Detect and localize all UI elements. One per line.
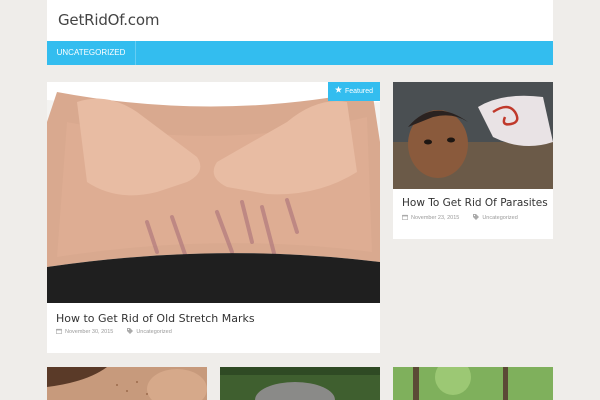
post-category[interactable]: Uncategorized	[473, 214, 518, 222]
star-icon	[334, 82, 342, 101]
featured-badge: Featured	[327, 82, 380, 101]
calendar-icon	[402, 214, 408, 222]
post-image-parasites[interactable]	[393, 82, 553, 189]
featured-badge-label: Featured	[344, 88, 373, 95]
post-date: November 23, 2015	[402, 214, 459, 222]
post-category-text[interactable]: Uncategorized	[136, 329, 171, 335]
post-title[interactable]: How to Get Rid of Old Stretch Marks	[56, 312, 255, 325]
tag-icon	[473, 214, 480, 222]
post-date-text: November 23, 2015	[411, 215, 460, 221]
post-category-text[interactable]: Uncategorized	[482, 215, 517, 221]
post-title[interactable]: How To Get Rid Of Parasites	[402, 197, 548, 209]
site-title[interactable]: GetRidOf.com	[58, 11, 159, 29]
post-image-animal[interactable]	[220, 367, 380, 400]
calendar-icon	[56, 328, 62, 336]
tag-icon	[127, 328, 134, 336]
post-meta: November 23, 2015 Uncategorized	[402, 214, 518, 222]
nav-item-uncategorized[interactable]: UNCATEGORIZED	[47, 41, 136, 65]
post-date: November 30, 2015	[56, 328, 113, 336]
post-date-text: November 30, 2015	[65, 329, 114, 335]
post-meta: November 30, 2015 Uncategorized	[56, 328, 172, 336]
post-image-stretch-marks[interactable]	[47, 82, 380, 303]
post-image-freckles[interactable]	[47, 367, 207, 400]
main-nav: UNCATEGORIZED	[47, 41, 553, 65]
site-header: GetRidOf.com	[47, 0, 553, 41]
post-image-trees[interactable]	[393, 367, 553, 400]
post-card-stretch-marks[interactable]: Featured How to Get Rid of Old Stretch M…	[47, 82, 380, 353]
post-card-parasites[interactable]: How To Get Rid Of Parasites November 23,…	[393, 82, 553, 239]
post-category[interactable]: Uncategorized	[127, 328, 172, 336]
